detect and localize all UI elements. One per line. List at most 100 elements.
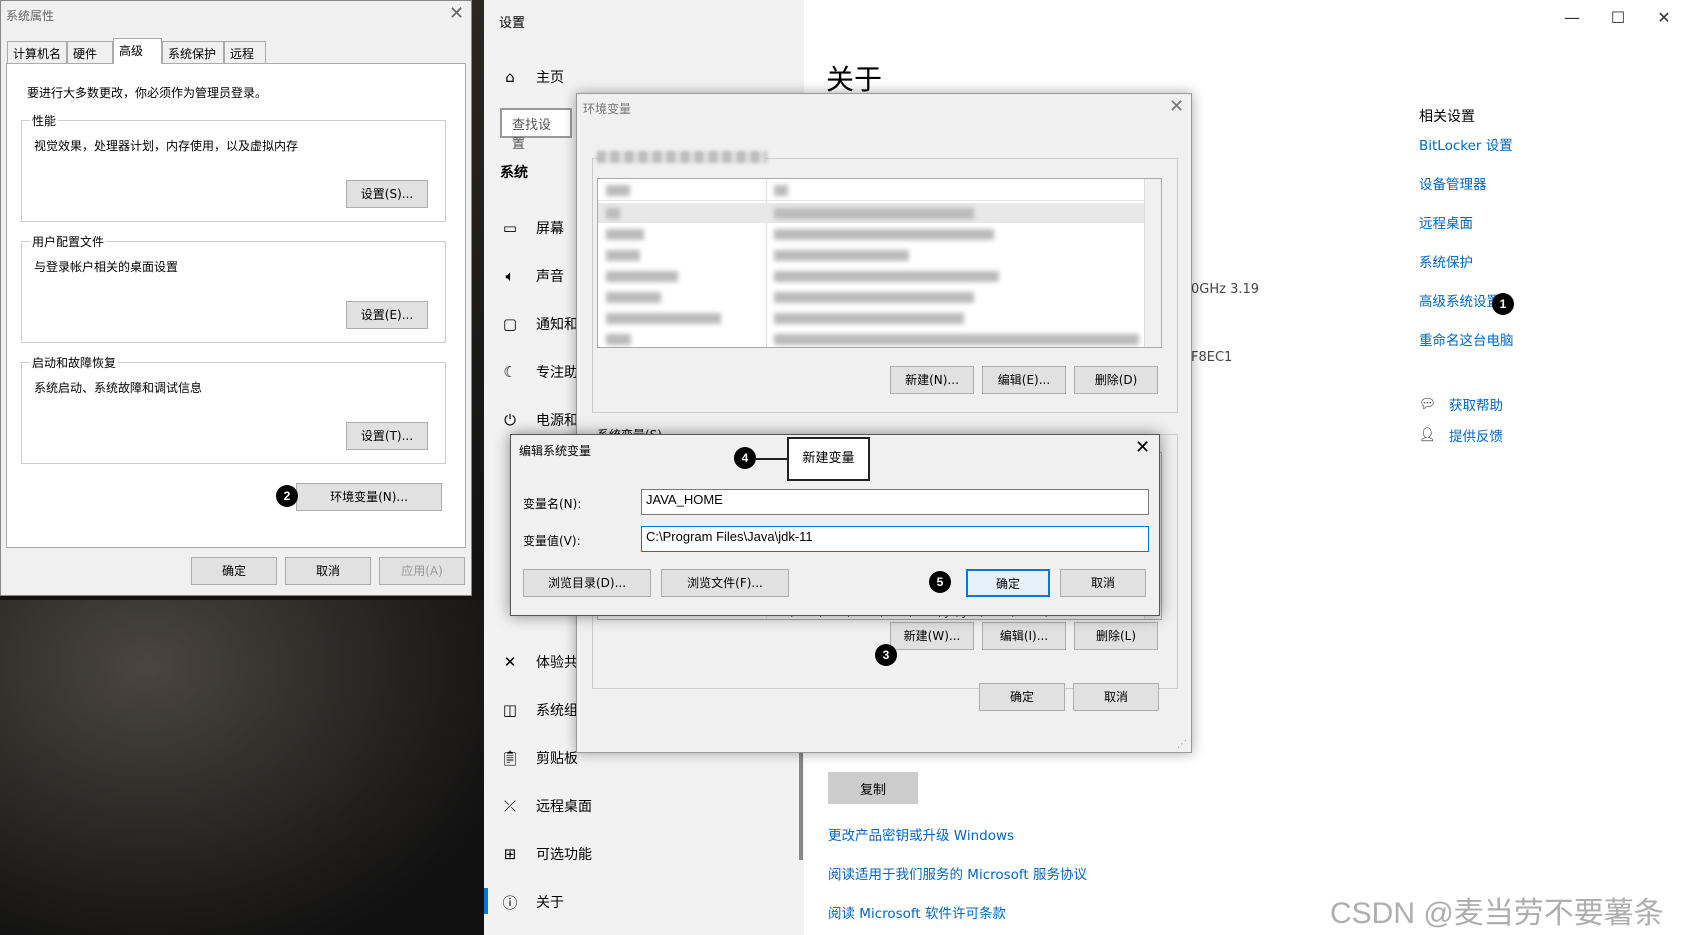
- group-performance: 性能 视觉效果，处理器计划，内存使用，以及虚拟内存 设置(S)...: [21, 112, 446, 222]
- user-delete-button[interactable]: 删除(D): [1074, 366, 1158, 394]
- redacted-cell: [606, 271, 678, 282]
- search-placeholder: 查找设置: [512, 118, 552, 152]
- apply-button[interactable]: 应用(A): [379, 557, 465, 585]
- group-desc: 视觉效果，处理器计划，内存使用，以及虚拟内存: [34, 139, 299, 153]
- step-marker-2: 2: [276, 485, 298, 507]
- ok-button[interactable]: 确定: [191, 557, 277, 585]
- close-icon[interactable]: ✕: [1654, 8, 1674, 27]
- system-edit-button[interactable]: 编辑(I)...: [982, 622, 1066, 650]
- tab-remote[interactable]: 远程: [224, 41, 266, 63]
- feedback-icon: 👤︎: [1419, 427, 1437, 443]
- nav-optional-features[interactable]: ⊞ 可选功能: [500, 832, 800, 876]
- minimize-icon[interactable]: —: [1562, 8, 1582, 27]
- redacted-cell: [606, 313, 721, 324]
- variable-name-input[interactable]: JAVA_HOME: [641, 489, 1149, 515]
- feedback-link[interactable]: 👤︎ 提供反馈: [1419, 425, 1503, 445]
- group-desc: 与登录帐户相关的桌面设置: [34, 260, 179, 274]
- user-variables-label-redacted: [597, 151, 767, 163]
- link-rename-pc[interactable]: 重命名这台电脑: [1419, 329, 1514, 349]
- performance-settings-button[interactable]: 设置(S)...: [346, 180, 428, 208]
- copy-button[interactable]: 复制: [828, 772, 918, 804]
- ok-button[interactable]: 确定: [966, 569, 1050, 597]
- settings-search-input[interactable]: 查找设置: [500, 108, 572, 152]
- link-remote-desktop[interactable]: 远程桌面: [1419, 212, 1473, 232]
- close-icon[interactable]: ✕: [1169, 96, 1184, 117]
- redacted-cell: [606, 229, 644, 240]
- cancel-button[interactable]: 取消: [1060, 569, 1146, 597]
- step-marker-1: 1: [1492, 293, 1514, 315]
- speaker-icon: 🔈︎: [505, 267, 515, 285]
- variable-value-input[interactable]: C:\Program Files\Java\jdk-11: [641, 526, 1149, 552]
- user-edit-button[interactable]: 编辑(E)...: [982, 366, 1066, 394]
- resize-grip-icon[interactable]: ⋰: [1177, 739, 1187, 750]
- page-title: 关于: [826, 63, 883, 96]
- variable-name-label: 变量名(N):: [523, 497, 582, 511]
- link-license-terms[interactable]: 阅读 Microsoft 软件许可条款: [828, 902, 1006, 922]
- nav-label: 声音: [536, 269, 564, 285]
- moon-icon: ☾: [503, 363, 517, 381]
- redacted-cell: [606, 208, 620, 219]
- browse-file-button[interactable]: 浏览文件(F)...: [661, 569, 789, 597]
- redacted-cell: [774, 229, 994, 240]
- nav-remote-desktop[interactable]: ⤫ 远程桌面: [500, 784, 800, 828]
- grid-icon: ⊞: [503, 845, 517, 863]
- environment-variables-button[interactable]: 环境变量(N)...: [296, 483, 442, 511]
- link-advanced-system-settings[interactable]: 高级系统设置: [1419, 290, 1500, 310]
- user-new-button[interactable]: 新建(N)...: [890, 366, 974, 394]
- step-marker-5: 5: [929, 571, 951, 593]
- redacted-cell: [606, 334, 631, 345]
- get-help-label: 获取帮助: [1449, 398, 1503, 414]
- list-scrollbar[interactable]: [1144, 179, 1161, 347]
- nav-label: 通知和: [536, 317, 578, 333]
- startup-settings-button[interactable]: 设置(T)...: [346, 422, 428, 450]
- group-title: 性能: [30, 112, 59, 129]
- dialog-title: 编辑系统变量: [519, 444, 592, 458]
- nav-label: 剪贴板: [536, 751, 578, 767]
- content-scrollbar[interactable]: [799, 740, 803, 860]
- nav-label: 系统组: [536, 703, 578, 719]
- close-icon[interactable]: ✕: [449, 3, 464, 24]
- redacted-cell: [606, 292, 661, 303]
- dialog-title: 系统属性: [6, 9, 55, 23]
- related-settings-title: 相关设置: [1419, 109, 1475, 125]
- share-icon: ✕: [503, 653, 517, 671]
- link-bitlocker[interactable]: BitLocker 设置: [1419, 134, 1513, 154]
- list-header: [598, 179, 1161, 201]
- close-icon[interactable]: ✕: [1135, 437, 1150, 458]
- desktop-wallpaper: [0, 600, 490, 935]
- step-marker-4: 4: [734, 447, 756, 469]
- tab-advanced[interactable]: 高级: [113, 38, 162, 64]
- redacted-cell: [606, 185, 630, 196]
- system-delete-button[interactable]: 删除(L): [1074, 622, 1158, 650]
- redacted-cell: [774, 292, 974, 303]
- user-variables-list[interactable]: [597, 178, 1162, 348]
- link-device-manager[interactable]: 设备管理器: [1419, 173, 1487, 193]
- profiles-settings-button[interactable]: 设置(E)...: [346, 301, 428, 329]
- nav-label: 体验共: [536, 655, 578, 671]
- chat-icon: ▢: [502, 315, 518, 333]
- nav-label: 可选功能: [536, 847, 592, 863]
- spec-processor-freq: 0GHz 3.19: [1191, 282, 1260, 297]
- browse-directory-button[interactable]: 浏览目录(D)...: [523, 569, 651, 597]
- tab-system-protection[interactable]: 系统保护: [162, 41, 224, 63]
- ok-button[interactable]: 确定: [979, 683, 1065, 711]
- nav-label: 屏幕: [536, 221, 564, 237]
- system-new-button[interactable]: 新建(W)...: [890, 622, 974, 650]
- maximize-icon[interactable]: ☐: [1608, 8, 1628, 27]
- cancel-button[interactable]: 取消: [1073, 683, 1159, 711]
- group-startup-recovery: 启动和故障恢复 系统启动、系统故障和调试信息 设置(T)...: [21, 354, 446, 464]
- tab-computer-name[interactable]: 计算机名: [7, 41, 67, 63]
- link-services-agreement[interactable]: 阅读适用于我们服务的 Microsoft 服务协议: [828, 863, 1087, 883]
- nav-active-indicator: [484, 888, 488, 914]
- tab-hardware[interactable]: 硬件: [67, 41, 113, 63]
- group-desc: 系统启动、系统故障和调试信息: [34, 381, 203, 395]
- redacted-cell: [774, 185, 788, 196]
- help-chat-icon: 💬︎: [1419, 396, 1437, 412]
- admin-notice: 要进行大多数更改，你必须作为管理员登录。: [27, 86, 268, 100]
- get-help-link[interactable]: 💬︎ 获取帮助: [1419, 394, 1503, 414]
- cancel-button[interactable]: 取消: [285, 557, 371, 585]
- nav-label: 远程桌面: [536, 799, 592, 815]
- link-product-key[interactable]: 更改产品密钥或升级 Windows: [828, 824, 1014, 844]
- nav-about[interactable]: ⓘ 关于: [500, 880, 800, 924]
- link-system-protection[interactable]: 系统保护: [1419, 251, 1473, 271]
